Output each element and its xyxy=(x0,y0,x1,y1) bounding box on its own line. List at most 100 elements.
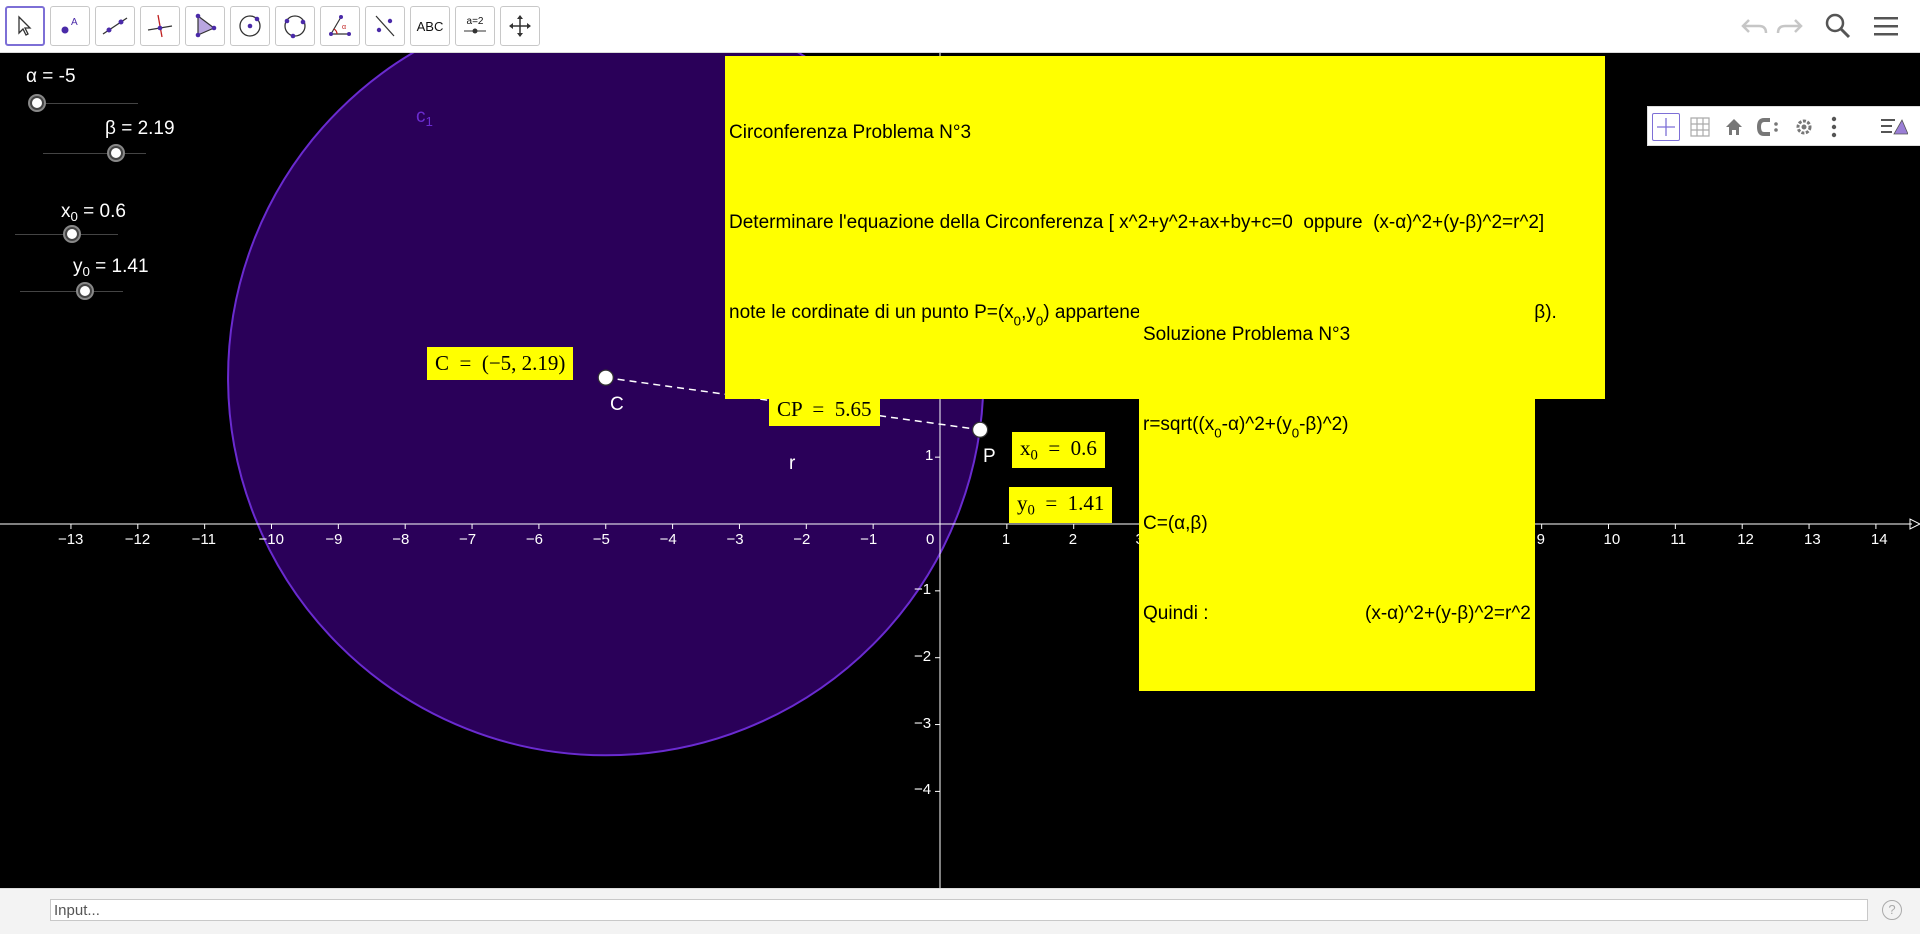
search-button[interactable] xyxy=(1820,8,1856,44)
polygon-tool[interactable] xyxy=(185,6,225,46)
angle-tool[interactable]: α xyxy=(320,6,360,46)
solution-text-box[interactable]: Soluzione Problema N°3 r=sqrt((x0-α)^2+(… xyxy=(1139,258,1535,691)
y-tick-label: −1 xyxy=(914,580,932,598)
main-menu-button[interactable] xyxy=(1868,8,1904,44)
x-tick-label: −5 xyxy=(592,531,610,548)
x-tick-label: 11 xyxy=(1670,531,1686,548)
x-tick-label: −3 xyxy=(726,531,744,548)
x-tick-label: −4 xyxy=(659,531,677,548)
redo-button[interactable] xyxy=(1772,8,1808,44)
slider-beta-label: β = 2.19 xyxy=(105,118,175,139)
undo-icon xyxy=(1741,19,1768,34)
x-tick-label: −13 xyxy=(57,531,84,548)
input-bar: ? xyxy=(0,888,1920,934)
point-c-label: C xyxy=(610,394,624,415)
point-c[interactable] xyxy=(597,369,614,386)
slider-beta-knob[interactable] xyxy=(109,146,123,160)
solution-line-2: r=sqrt((x0-α)^2+(y0-β)^2) xyxy=(1143,414,1349,441)
circle-center-point-icon xyxy=(239,15,261,37)
y-tick-label: −2 xyxy=(914,647,932,665)
redo-icon xyxy=(1776,19,1803,34)
svg-text:A: A xyxy=(71,17,78,28)
perpendicular-icon xyxy=(147,14,173,38)
slider-beta-track[interactable] xyxy=(43,153,146,154)
undo-button[interactable] xyxy=(1736,8,1772,44)
axes-icon xyxy=(1657,118,1675,136)
toggle-style-bar-button[interactable] xyxy=(1880,113,1908,141)
grid-icon xyxy=(1690,117,1710,137)
search-icon xyxy=(1825,13,1851,39)
line-icon xyxy=(102,17,128,35)
x-tick-label: −8 xyxy=(392,531,410,548)
x-tick-label: −6 xyxy=(525,531,543,548)
standard-view-button[interactable] xyxy=(1720,113,1748,141)
slider-alpha-track[interactable] xyxy=(30,103,138,104)
slider-alpha-knob[interactable] xyxy=(30,96,44,110)
solution-line-3: C=(α,β) xyxy=(1143,512,1208,534)
y-tick-label: −4 xyxy=(914,781,932,799)
toggle-grid-button[interactable] xyxy=(1686,113,1714,141)
slider-y0-knob[interactable] xyxy=(78,284,92,298)
graphics-settings-button[interactable] xyxy=(1790,113,1818,141)
circle-three-points-icon xyxy=(284,15,306,39)
problem-title: Circonferenza Problema N°3 xyxy=(729,122,972,143)
home-icon xyxy=(1726,119,1742,135)
x-tick-label: 12 xyxy=(1737,531,1754,548)
magnet-icon xyxy=(1756,118,1778,136)
conic-tool[interactable] xyxy=(275,6,315,46)
x-tick-label: 0 xyxy=(926,531,935,548)
polygon-icon xyxy=(195,13,217,38)
input-help-icon[interactable]: ? xyxy=(1882,900,1902,920)
slider-x0-knob[interactable] xyxy=(65,227,79,241)
x-tick-label: −7 xyxy=(459,531,477,548)
cp-value-box[interactable]: CP = 5.65 xyxy=(769,393,880,426)
slider-tool[interactable]: a=2 xyxy=(455,6,495,46)
move-graphics-tool[interactable] xyxy=(500,6,540,46)
x-tick-label: −1 xyxy=(860,531,878,548)
settings-icon xyxy=(1796,119,1812,135)
problem-line-2: Determinare l'equazione della Circonfere… xyxy=(729,212,1545,233)
center-value-box[interactable]: C = (−5, 2.19) xyxy=(427,347,574,380)
x-tick-label: −10 xyxy=(258,531,284,548)
text-tool-label: ABC xyxy=(416,18,444,34)
style-toggle-icon xyxy=(1881,119,1908,135)
segment-r-label: r xyxy=(789,453,796,474)
graphics-view[interactable]: −13−12−11−10−9−8−7−6−5−4−3−2−10123456789… xyxy=(0,53,1920,888)
x-tick-label: 10 xyxy=(1603,531,1621,548)
solution-title: Soluzione Problema N°3 xyxy=(1143,324,1351,345)
circle-label: c1 xyxy=(416,106,433,129)
y0-value-box[interactable]: y0 = 1.41 xyxy=(1009,487,1113,524)
x-tick-label: 1 xyxy=(1001,531,1011,548)
circle-tool[interactable] xyxy=(230,6,270,46)
x0-value-box[interactable]: x0 = 0.6 xyxy=(1012,432,1105,469)
x-tick-label: 9 xyxy=(1536,531,1545,548)
graphics-style-bar xyxy=(1647,106,1920,146)
slider-tool-label: a=2 xyxy=(466,16,484,27)
point-icon: A xyxy=(61,17,78,34)
point-p[interactable] xyxy=(972,421,989,438)
x-tick-label: 13 xyxy=(1804,531,1821,548)
perpendicular-tool[interactable] xyxy=(140,6,180,46)
slider-x0-label: x0 = 0.6 xyxy=(61,201,126,224)
algebra-input-field[interactable] xyxy=(50,899,1868,921)
slider-y0-track[interactable] xyxy=(20,291,123,292)
point-capturing-button[interactable] xyxy=(1754,113,1782,141)
angle-icon: α xyxy=(329,15,351,36)
toolbar: A α ABC a=2 xyxy=(0,0,1920,53)
more-vert-icon xyxy=(1831,116,1837,138)
x-tick-label: −12 xyxy=(124,531,151,548)
solution-line-4: Quindi : (x-α)^2+(y-β)^2=r^2 xyxy=(1143,602,1531,624)
y-tick-label: −3 xyxy=(914,714,932,732)
toggle-axes-button[interactable] xyxy=(1652,113,1680,141)
point-tool[interactable]: A xyxy=(50,6,90,46)
move-arrows-icon xyxy=(509,15,531,37)
slider-alpha-label: α = -5 xyxy=(26,66,76,87)
move-tool[interactable] xyxy=(5,6,45,46)
reflect-tool[interactable] xyxy=(365,6,405,46)
more-options-button[interactable] xyxy=(1820,113,1848,141)
text-tool[interactable]: ABC xyxy=(410,6,450,46)
x-tick-label: −9 xyxy=(325,531,343,548)
x-tick-label: 2 xyxy=(1068,531,1078,548)
slider-y0-label: y0 = 1.41 xyxy=(73,256,149,279)
line-tool[interactable] xyxy=(95,6,135,46)
